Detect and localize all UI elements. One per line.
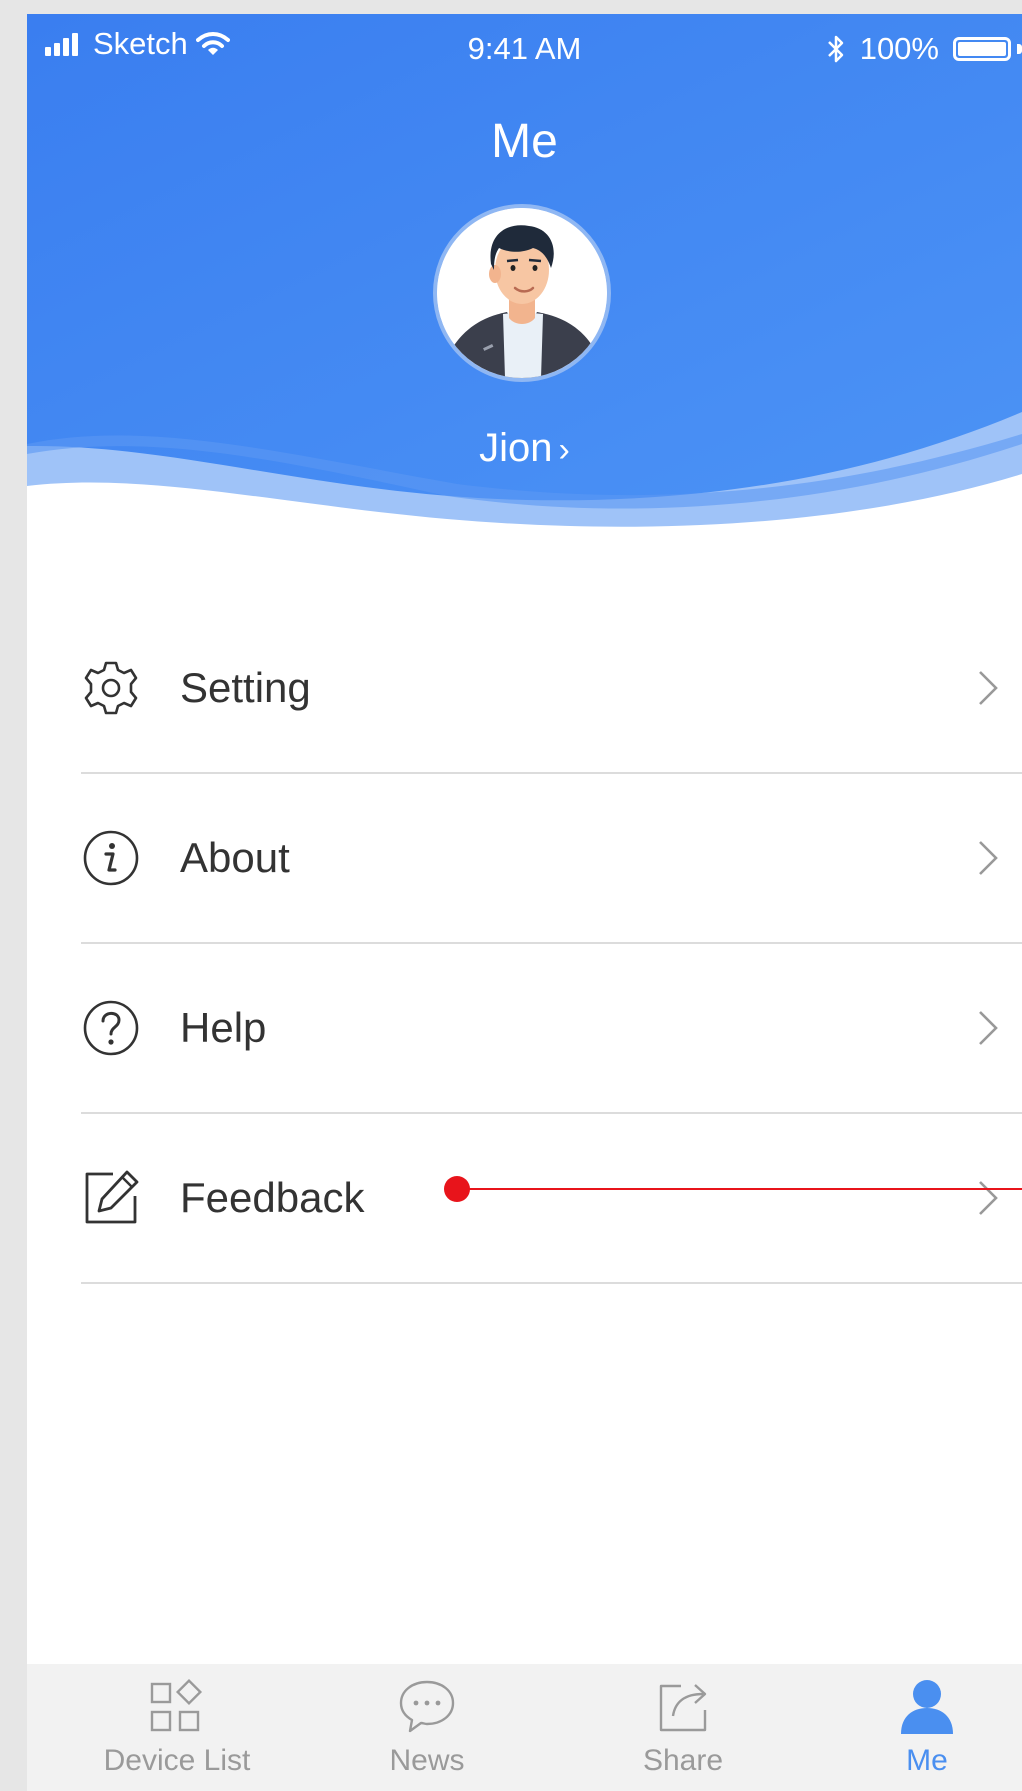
device-grid-icon — [150, 1678, 203, 1732]
edit-icon — [85, 1170, 139, 1224]
menu-item-label: About — [180, 834, 290, 881]
gear-icon — [84, 661, 138, 715]
profile-name-link[interactable]: Jion › — [27, 426, 1022, 471]
tab-me[interactable]: Me — [827, 1664, 1022, 1791]
battery-percentage: 100% — [859, 31, 939, 66]
profile-name: Jion — [479, 426, 553, 470]
tab-device-list[interactable]: Device List — [77, 1664, 277, 1791]
avatar-illustration — [437, 208, 607, 378]
menu-item-feedback[interactable]: Feedback — [81, 1114, 1022, 1284]
menu-item-setting[interactable]: Setting — [81, 604, 1022, 774]
settings-menu: Setting About Help Feedback — [81, 604, 1022, 1284]
annotation-dot — [444, 1176, 470, 1202]
chevron-right-icon: › — [558, 431, 570, 469]
menu-item-about[interactable]: About — [81, 774, 1022, 944]
page-title: Me — [491, 115, 558, 168]
share-icon — [659, 1684, 707, 1732]
annotation-line — [457, 1188, 1022, 1190]
chevron-right-icon — [979, 1011, 998, 1045]
chat-bubble-icon — [399, 1680, 455, 1733]
menu-item-help[interactable]: Help — [81, 944, 1022, 1114]
help-icon — [83, 1000, 139, 1056]
battery-icon — [953, 37, 1011, 61]
tab-label: Device List — [103, 1744, 251, 1777]
status-bar: Sketch 9:41 AM 100% — [27, 14, 1022, 74]
bluetooth-icon — [827, 35, 843, 63]
avatar[interactable] — [433, 204, 611, 382]
menu-item-label: Help — [180, 1004, 267, 1051]
info-icon — [83, 830, 139, 886]
tab-label: Me — [906, 1744, 948, 1777]
phone-screen: Sketch 9:41 AM 100% Me Jion › Setting Ab… — [27, 14, 1022, 1791]
tab-news[interactable]: News — [327, 1664, 527, 1791]
chevron-right-icon — [979, 1181, 998, 1215]
profile-header: Sketch 9:41 AM 100% Me Jion › — [27, 14, 1022, 534]
menu-item-label: Feedback — [180, 1174, 365, 1221]
tab-bar: Device List News Share Me — [27, 1664, 1022, 1791]
tab-label: News — [389, 1744, 465, 1777]
menu-item-label: Setting — [180, 664, 311, 711]
tab-label: Share — [642, 1744, 724, 1777]
person-icon — [901, 1680, 953, 1734]
tab-share[interactable]: Share — [583, 1664, 783, 1791]
chevron-right-icon — [979, 841, 998, 875]
chevron-right-icon — [979, 671, 998, 705]
